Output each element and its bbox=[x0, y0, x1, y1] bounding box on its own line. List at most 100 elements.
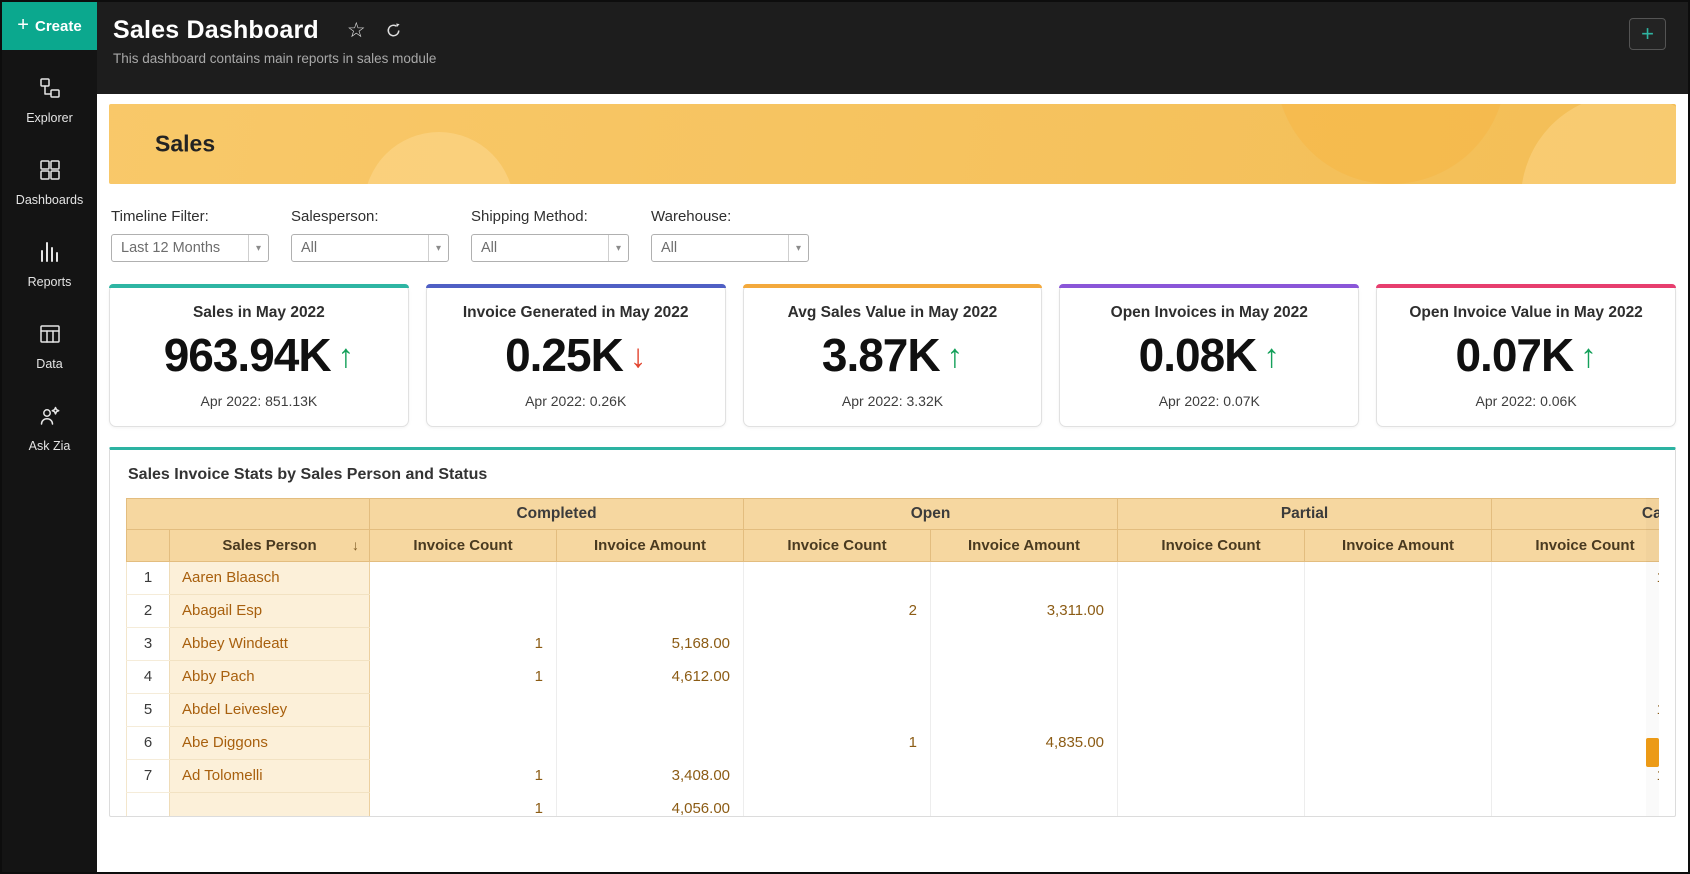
completed-amount-cell[interactable] bbox=[556, 726, 744, 760]
banner-title: Sales bbox=[155, 130, 216, 157]
open-count-cell[interactable]: 1 bbox=[743, 726, 931, 760]
open-amount-cell[interactable] bbox=[930, 627, 1118, 661]
cancelled-count-cell[interactable]: 1 bbox=[1491, 561, 1659, 595]
sales-person-cell[interactable]: Abby Pach bbox=[169, 660, 370, 694]
completed-amount-cell[interactable]: 5,168.00 bbox=[556, 627, 744, 661]
partial-amount-cell[interactable] bbox=[1304, 594, 1493, 628]
open-amount-cell[interactable] bbox=[930, 759, 1118, 793]
warehouse-filter-dropdown[interactable]: All ▾ bbox=[651, 234, 809, 262]
partial-count-cell[interactable] bbox=[1117, 693, 1305, 727]
open-amount-cell[interactable] bbox=[930, 561, 1118, 595]
partial-count-cell[interactable] bbox=[1117, 792, 1305, 816]
sales-person-cell[interactable] bbox=[169, 792, 370, 816]
completed-amount-cell[interactable] bbox=[556, 561, 744, 595]
timeline-filter-dropdown[interactable]: Last 12 Months ▾ bbox=[111, 234, 269, 262]
kpi-accent-bar bbox=[109, 284, 409, 288]
favorite-star-icon[interactable]: ☆ bbox=[347, 20, 366, 41]
partial-amount-cell[interactable] bbox=[1304, 561, 1493, 595]
sales-person-cell[interactable]: Aaren Blaasch bbox=[169, 561, 370, 595]
completed-count-cell[interactable]: 1 bbox=[369, 627, 557, 661]
partial-amount-cell[interactable] bbox=[1304, 660, 1493, 694]
sidebar-item-data[interactable]: Data bbox=[2, 322, 97, 371]
partial-amount-cell[interactable] bbox=[1304, 693, 1493, 727]
open-amount-cell[interactable]: 4,835.00 bbox=[930, 726, 1118, 760]
completed-amount-cell[interactable]: 3,408.00 bbox=[556, 759, 744, 793]
partial-count-header[interactable]: Invoice Count bbox=[1117, 528, 1305, 562]
cancelled-count-cell[interactable]: 1 bbox=[1491, 759, 1659, 793]
sort-descending-icon[interactable]: ↓ bbox=[352, 537, 359, 553]
filter-warehouse: Warehouse: All ▾ bbox=[651, 208, 809, 262]
kpi-card-invoices-generated[interactable]: Invoice Generated in May 2022 0.25K ↓ Ap… bbox=[425, 284, 726, 427]
completed-count-cell[interactable]: 1 bbox=[369, 792, 557, 816]
completed-count-cell[interactable] bbox=[369, 561, 557, 595]
cancelled-count-cell[interactable] bbox=[1491, 726, 1659, 760]
sales-person-cell[interactable]: Abdel Leivesley bbox=[169, 693, 370, 727]
cancelled-count-cell[interactable] bbox=[1491, 627, 1659, 661]
create-button[interactable]: + Create bbox=[2, 2, 97, 50]
open-count-cell[interactable] bbox=[743, 792, 931, 816]
partial-count-cell[interactable] bbox=[1117, 759, 1305, 793]
completed-count-cell[interactable]: 1 bbox=[369, 660, 557, 694]
cancelled-count-cell[interactable] bbox=[1491, 660, 1659, 694]
open-count-cell[interactable] bbox=[743, 693, 931, 727]
completed-amount-cell[interactable]: 4,056.00 bbox=[556, 792, 744, 816]
open-count-cell[interactable] bbox=[743, 759, 931, 793]
partial-count-cell[interactable] bbox=[1117, 660, 1305, 694]
partial-amount-cell[interactable] bbox=[1304, 792, 1493, 816]
open-count-cell[interactable] bbox=[743, 660, 931, 694]
sidebar-item-explorer[interactable]: Explorer bbox=[2, 76, 97, 125]
open-count-cell[interactable] bbox=[743, 627, 931, 661]
sales-person-cell[interactable]: Ad Tolomelli bbox=[169, 759, 370, 793]
cancelled-count-header[interactable]: Invoice Count bbox=[1491, 528, 1659, 562]
kpi-value: 0.08K bbox=[1138, 329, 1258, 381]
sales-person-header[interactable]: Sales Person ↓ bbox=[169, 528, 370, 562]
cancelled-count-cell[interactable] bbox=[1491, 792, 1659, 816]
partial-amount-header[interactable]: Invoice Amount bbox=[1303, 528, 1493, 562]
sales-person-cell[interactable]: Abagail Esp bbox=[169, 594, 370, 628]
scrollbar-thumb[interactable] bbox=[1646, 737, 1659, 767]
partial-count-cell[interactable] bbox=[1117, 627, 1305, 661]
shipping-method-filter-dropdown[interactable]: All ▾ bbox=[471, 234, 629, 262]
refresh-icon[interactable] bbox=[384, 21, 403, 40]
partial-amount-cell[interactable] bbox=[1304, 627, 1493, 661]
table-subheader-row: Sales Person ↓ Invoice Count Invoice Amo… bbox=[126, 528, 1659, 562]
completed-amount-header[interactable]: Invoice Amount bbox=[556, 528, 744, 562]
completed-amount-cell[interactable]: 4,612.00 bbox=[556, 660, 744, 694]
sales-person-cell[interactable]: Abe Diggons bbox=[169, 726, 370, 760]
filter-shipping-method: Shipping Method: All ▾ bbox=[471, 208, 629, 262]
completed-count-cell[interactable]: 1 bbox=[369, 759, 557, 793]
kpi-card-avg-sales-value[interactable]: Avg Sales Value in May 2022 3.87K ↑ Apr … bbox=[742, 284, 1043, 427]
open-amount-cell[interactable] bbox=[930, 693, 1118, 727]
completed-amount-cell[interactable] bbox=[556, 594, 744, 628]
partial-count-cell[interactable] bbox=[1117, 726, 1305, 760]
completed-amount-cell[interactable] bbox=[556, 693, 744, 727]
cancelled-count-cell[interactable] bbox=[1491, 594, 1659, 628]
sidebar-item-ask-zia[interactable]: Ask Zia bbox=[2, 404, 97, 453]
sales-person-cell[interactable]: Abbey Windeatt bbox=[169, 627, 370, 661]
add-button[interactable]: + bbox=[1629, 18, 1666, 50]
sidebar-item-dashboards[interactable]: Dashboards bbox=[2, 158, 97, 207]
partial-amount-cell[interactable] bbox=[1304, 759, 1493, 793]
open-amount-cell[interactable] bbox=[930, 792, 1118, 816]
open-count-cell[interactable]: 2 bbox=[743, 594, 931, 628]
kpi-card-open-invoices[interactable]: Open Invoices in May 2022 0.08K ↑ Apr 20… bbox=[1059, 284, 1360, 427]
salesperson-filter-dropdown[interactable]: All ▾ bbox=[291, 234, 449, 262]
partial-amount-cell[interactable] bbox=[1304, 726, 1493, 760]
kpi-card-sales[interactable]: Sales in May 2022 963.94K ↑ Apr 2022: 85… bbox=[109, 284, 409, 427]
open-amount-header[interactable]: Invoice Amount bbox=[930, 528, 1118, 562]
cancelled-count-cell[interactable]: 1 bbox=[1491, 693, 1659, 727]
sidebar-item-reports[interactable]: Reports bbox=[2, 240, 97, 289]
completed-count-cell[interactable] bbox=[369, 594, 557, 628]
kpi-card-open-invoice-value[interactable]: Open Invoice Value in May 2022 0.07K ↑ A… bbox=[1376, 284, 1676, 427]
open-amount-cell[interactable]: 3,311.00 bbox=[930, 594, 1118, 628]
partial-count-cell[interactable] bbox=[1117, 561, 1305, 595]
open-count-header[interactable]: Invoice Count bbox=[743, 528, 931, 562]
table-vertical-scrollbar[interactable] bbox=[1646, 498, 1659, 816]
partial-count-cell[interactable] bbox=[1117, 594, 1305, 628]
completed-count-cell[interactable] bbox=[369, 726, 557, 760]
table-row: 1 4,056.00 bbox=[126, 792, 1659, 816]
open-amount-cell[interactable] bbox=[930, 660, 1118, 694]
completed-count-cell[interactable] bbox=[369, 693, 557, 727]
open-count-cell[interactable] bbox=[743, 561, 931, 595]
completed-count-header[interactable]: Invoice Count bbox=[369, 528, 557, 562]
